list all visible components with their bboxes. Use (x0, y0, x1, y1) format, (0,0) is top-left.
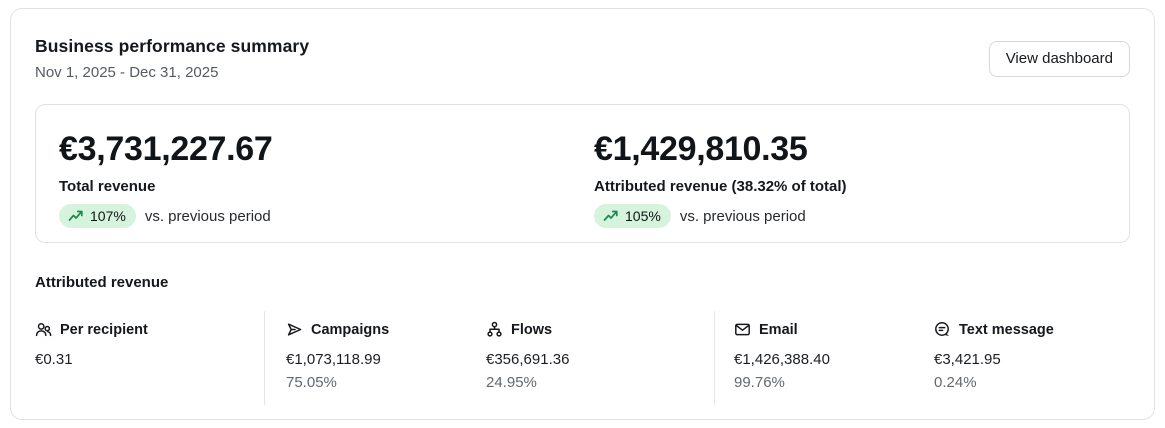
flows-column: Flows €356,691.36 24.95% (486, 311, 714, 405)
revenue-summary-card: €3,731,227.67 Total revenue 107% vs. pre… (35, 104, 1130, 243)
column-value: €356,691.36 (486, 351, 570, 368)
hierarchy-icon (487, 321, 502, 337)
campaigns-column: Campaigns €1,073,118.99 75.05% (264, 311, 486, 405)
trend-badge: 105% (594, 204, 671, 228)
column-label: Text message (959, 321, 1054, 338)
column-value: €1,426,388.40 (734, 351, 830, 368)
column-label: Campaigns (311, 321, 390, 338)
envelope-icon (735, 323, 750, 336)
attributed-revenue-metric: €1,429,810.35 Attributed revenue (38.32%… (594, 130, 1129, 242)
attributed-revenue-value: €1,429,810.35 (594, 130, 808, 168)
trend-up-icon (603, 210, 618, 221)
users-icon (35, 322, 52, 337)
attributed-revenue-comparison: 105% vs. previous period (594, 204, 1129, 228)
column-value: €1,073,118.99 (286, 351, 381, 368)
column-percent: 99.76% (734, 374, 785, 391)
email-column: Email €1,426,388.40 99.76% (714, 311, 934, 405)
send-icon (287, 323, 302, 336)
trend-percent: 105% (625, 208, 661, 224)
page-title: Business performance summary (35, 36, 310, 56)
total-revenue-value: €3,731,227.67 (59, 130, 273, 168)
view-dashboard-button[interactable]: View dashboard (988, 41, 1130, 77)
total-revenue-label: Total revenue (59, 178, 156, 195)
column-label: Email (759, 321, 798, 338)
date-range: Nov 1, 2025 - Dec 31, 2025 (35, 64, 219, 81)
trend-up-icon (68, 210, 83, 221)
trend-badge: 107% (59, 204, 136, 228)
attributed-revenue-label: Attributed revenue (38.32% of total) (594, 178, 847, 195)
business-performance-card: Business performance summary Nov 1, 2025… (10, 8, 1155, 420)
column-value: €0.31 (35, 351, 73, 368)
attributed-revenue-table: Per recipient €0.31 Campaigns €1,073,118… (35, 311, 1130, 405)
chat-bubble-icon (935, 322, 949, 336)
trend-percent: 107% (90, 208, 126, 224)
comparison-text: vs. previous period (144, 207, 271, 225)
total-revenue-comparison: 107% vs. previous period (59, 204, 594, 228)
card-header: Business performance summary Nov 1, 2025… (35, 36, 1130, 81)
per-recipient-column: Per recipient €0.31 (35, 311, 264, 405)
column-percent: 75.05% (286, 374, 337, 391)
column-value: €3,421.95 (934, 351, 1001, 368)
column-percent: 24.95% (486, 374, 537, 391)
column-percent: 0.24% (934, 374, 977, 391)
total-revenue-metric: €3,731,227.67 Total revenue 107% vs. pre… (59, 130, 594, 242)
column-label: Per recipient (60, 321, 148, 338)
column-label: Flows (511, 321, 553, 338)
text-message-column: Text message €3,421.95 0.24% (934, 311, 1130, 405)
comparison-text: vs. previous period (679, 207, 806, 225)
attributed-revenue-heading: Attributed revenue (35, 274, 169, 291)
header-text-block: Business performance summary Nov 1, 2025… (35, 36, 309, 81)
